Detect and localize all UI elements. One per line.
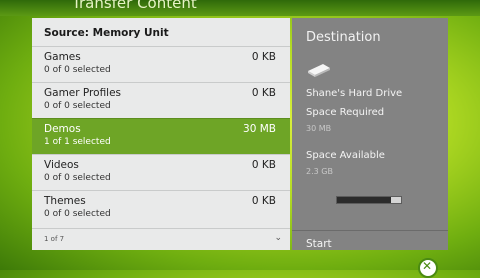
divider (292, 230, 448, 231)
space-progress-fill (337, 197, 391, 203)
row-name: Games (44, 51, 81, 63)
row-size: 0 KB (251, 51, 276, 63)
row-name: Videos (44, 159, 79, 171)
destination-panel: Destination Shane's Hard Drive Space Req… (292, 18, 448, 250)
row-name: Themes (44, 195, 86, 207)
content-row-gamer-profiles[interactable]: Gamer Profiles 0 of 0 selected 0 KB (32, 82, 290, 118)
content-row-games[interactable]: Games 0 of 0 selected 0 KB (32, 46, 290, 82)
row-selected-count: 0 of 0 selected (44, 65, 111, 75)
chevron-down-icon[interactable]: ⌄ (274, 233, 282, 243)
row-size: 30 MB (243, 123, 276, 135)
page-title: Transfer Content (72, 0, 197, 12)
row-selected-count: 0 of 0 selected (44, 209, 111, 219)
row-selected-count: 0 of 0 selected (44, 101, 111, 111)
content-row-themes[interactable]: Themes 0 of 0 selected 0 KB (32, 190, 290, 226)
space-progress-bar (336, 196, 402, 204)
page-indicator: 1 of 7 (44, 235, 65, 243)
space-available-value: 2.3 GB (306, 167, 333, 176)
row-size: 0 KB (251, 195, 276, 207)
row-selected-count: 0 of 0 selected (44, 173, 111, 183)
row-size: 0 KB (251, 159, 276, 171)
source-label: Source: Memory Unit (44, 27, 169, 39)
xbox-logo-icon: ✕ (418, 258, 438, 278)
space-required-label: Space Required (306, 107, 385, 118)
row-size: 0 KB (251, 87, 276, 99)
content-row-videos[interactable]: Videos 0 of 0 selected 0 KB (32, 154, 290, 190)
destination-title: Destination (306, 30, 381, 45)
space-available-label: Space Available (306, 150, 385, 161)
xbox-x-glyph: ✕ (422, 259, 433, 273)
destination-drive-name: Shane's Hard Drive (306, 88, 403, 99)
start-button[interactable]: Start (306, 238, 332, 250)
space-required-value: 30 MB (306, 124, 332, 133)
source-panel: Source: Memory Unit Games 0 of 0 selecte… (32, 18, 290, 250)
row-name: Demos (44, 123, 81, 135)
row-selected-count: 1 of 1 selected (44, 137, 111, 147)
title-bar: Transfer Content (0, 0, 480, 16)
hard-drive-icon (306, 62, 332, 82)
list-footer: 1 of 7 ⌄ (32, 228, 290, 250)
content-row-demos[interactable]: Demos 1 of 1 selected 30 MB (32, 118, 290, 154)
row-name: Gamer Profiles (44, 87, 122, 99)
